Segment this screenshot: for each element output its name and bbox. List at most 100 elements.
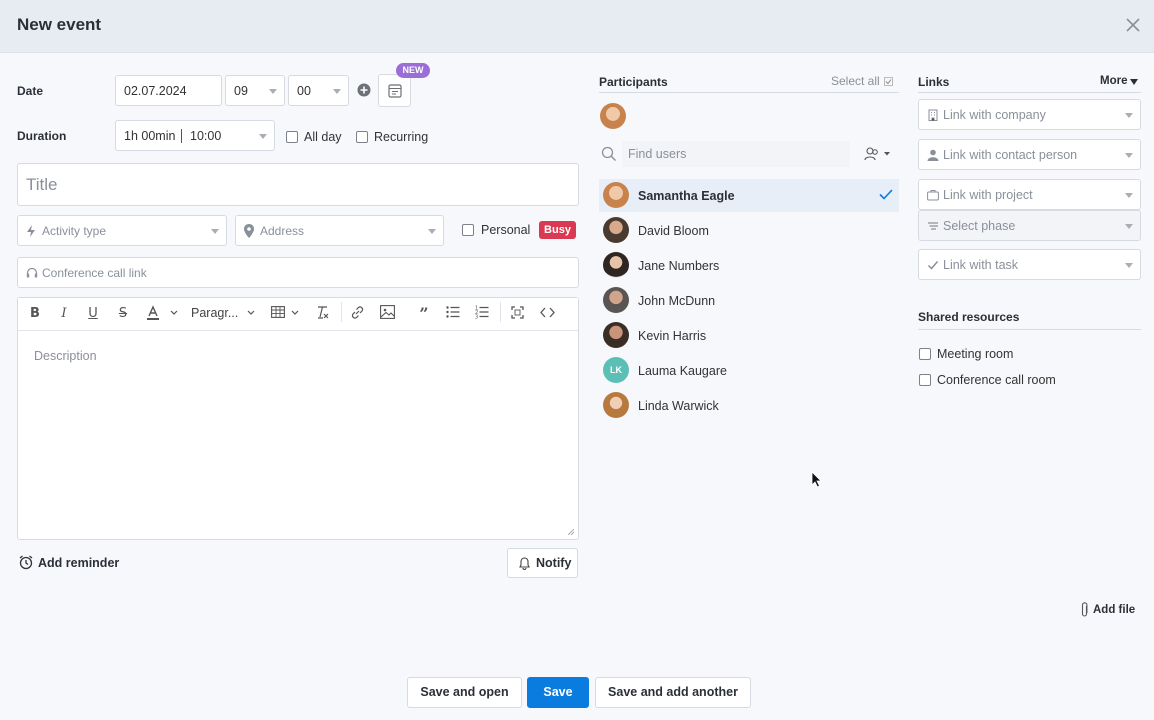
blockquote-icon[interactable]: ” (415, 304, 433, 323)
participant-row[interactable]: John McDunn (599, 284, 899, 317)
link-project-select[interactable]: Link with project (918, 179, 1141, 210)
link-project-placeholder: Link with project (943, 188, 1033, 202)
recurring-label: Recurring (374, 130, 429, 144)
save-and-open-button[interactable]: Save and open (407, 677, 522, 708)
text-color-icon[interactable] (143, 304, 163, 322)
participant-name: Jane Numbers (638, 259, 720, 273)
source-code-icon[interactable] (540, 307, 555, 318)
svg-text:3: 3 (475, 315, 478, 320)
busy-badge[interactable]: Busy (539, 221, 576, 239)
chevron-down-icon (211, 228, 219, 234)
end-time-value: 10:00 (190, 128, 222, 143)
chevron-down-icon[interactable] (247, 310, 255, 316)
address-select[interactable]: Address (235, 215, 444, 246)
conference-room-checkbox[interactable] (919, 374, 931, 386)
save-button[interactable]: Save (527, 677, 589, 708)
current-user-avatar[interactable] (600, 103, 626, 129)
chevron-down-icon (333, 88, 341, 94)
participant-name: Lauma Kaugare (638, 364, 727, 378)
user-group-filter-icon[interactable] (864, 147, 892, 161)
link-company-select[interactable]: Link with company (918, 99, 1141, 130)
location-pin-icon (244, 224, 254, 238)
link-icon[interactable] (350, 305, 365, 320)
select-all-link[interactable]: Select all (831, 74, 880, 88)
calendar-slot-icon (388, 84, 402, 98)
participant-name: David Bloom (638, 224, 709, 238)
hour-value: 09 (234, 83, 248, 98)
add-file-link[interactable]: Add file (1093, 604, 1135, 616)
numbered-list-icon[interactable]: 1 2 3 (475, 305, 489, 319)
conference-room-label: Conference call room (937, 373, 1056, 387)
description-editor[interactable]: Description (17, 297, 579, 540)
participant-row[interactable]: Linda Warwick (599, 389, 899, 422)
chevron-down-icon[interactable] (291, 310, 299, 316)
conference-link-input[interactable]: Conference call link (17, 257, 579, 288)
underline-icon[interactable]: U (84, 304, 102, 322)
link-company-placeholder: Link with company (943, 108, 1046, 122)
select-phase-select[interactable]: Select phase (918, 210, 1141, 241)
participant-row[interactable]: Kevin Harris (599, 319, 899, 352)
headset-icon (26, 267, 38, 278)
chevron-down-icon (269, 88, 277, 94)
paragraph-style-select[interactable]: Paragr... (191, 306, 238, 320)
date-value: 02.07.2024 (124, 83, 187, 98)
toolbar-divider (341, 302, 342, 322)
clear-format-icon[interactable] (315, 305, 329, 319)
title-input[interactable]: Title (17, 163, 579, 206)
participants-heading: Participants (599, 75, 668, 89)
link-contact-select[interactable]: Link with contact person (918, 139, 1141, 170)
all-day-label: All day (304, 130, 342, 144)
minute-value: 00 (297, 83, 311, 98)
add-reminder-link[interactable]: Add reminder (38, 556, 119, 570)
meeting-room-checkbox[interactable] (919, 348, 931, 360)
minute-select[interactable]: 00 (288, 75, 349, 106)
chevron-down-icon (1125, 223, 1133, 229)
image-icon[interactable] (380, 305, 395, 319)
hour-select[interactable]: 09 (225, 75, 285, 106)
caret-down-icon[interactable] (1130, 79, 1138, 85)
chevron-down-icon (1125, 152, 1133, 158)
bell-icon (519, 557, 530, 570)
personal-checkbox[interactable] (462, 224, 474, 236)
avatar (603, 322, 629, 348)
bold-icon[interactable]: B (26, 304, 44, 322)
checkbox-checked-icon[interactable] (884, 77, 893, 86)
date-input[interactable]: 02.07.2024 (115, 75, 222, 106)
chevron-down-icon[interactable] (170, 310, 178, 316)
italic-icon[interactable]: I (55, 304, 73, 322)
select-phase-placeholder: Select phase (943, 219, 1016, 233)
strikethrough-icon[interactable]: S (114, 304, 132, 322)
participant-row[interactable]: David Bloom (599, 214, 899, 247)
all-day-checkbox[interactable] (286, 131, 298, 143)
close-icon[interactable] (1124, 16, 1142, 34)
activity-type-select[interactable]: Activity type (17, 215, 227, 246)
duration-label: Duration (17, 129, 67, 143)
duration-separator (181, 129, 182, 143)
participant-row[interactable]: Samantha Eagle (599, 179, 899, 212)
title-placeholder: Title (26, 174, 58, 194)
calendar-suggestion-button[interactable] (378, 74, 411, 107)
save-and-add-another-button[interactable]: Save and add another (595, 677, 751, 708)
table-icon[interactable] (271, 306, 285, 318)
avatar (603, 182, 629, 208)
participant-row[interactable]: LK Lauma Kaugare (599, 354, 899, 387)
chevron-down-icon (1125, 112, 1133, 118)
resize-handle-icon[interactable] (568, 529, 574, 535)
link-task-select[interactable]: Link with task (918, 249, 1141, 280)
add-circle-icon[interactable] (357, 83, 371, 97)
avatar (603, 287, 629, 313)
bullet-list-icon[interactable] (446, 306, 460, 318)
duration-select[interactable]: 1h 00min 10:00 (115, 120, 275, 151)
dialog-header: New event (0, 0, 1154, 53)
find-users-placeholder: Find users (628, 147, 687, 161)
more-menu[interactable]: More (1100, 75, 1127, 87)
find-users-input[interactable]: Find users (622, 141, 850, 167)
fullscreen-icon[interactable] (511, 306, 524, 319)
duration-value: 1h 00min (124, 128, 176, 143)
recurring-checkbox[interactable] (356, 131, 368, 143)
new-badge: NEW (396, 63, 430, 78)
notify-button[interactable]: Notify (507, 548, 578, 578)
participant-row[interactable]: Jane Numbers (599, 249, 899, 282)
link-task-placeholder: Link with task (943, 258, 1019, 272)
chevron-down-icon (1125, 262, 1133, 268)
